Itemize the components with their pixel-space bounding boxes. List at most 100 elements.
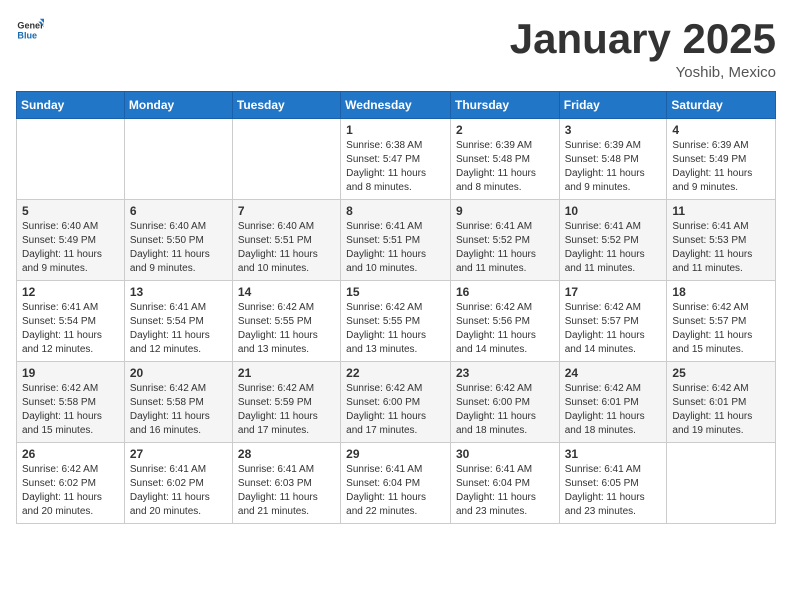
- day-cell: 25 Sunrise: 6:42 AM Sunset: 6:01 PM Dayli…: [667, 362, 776, 443]
- logo-icon: General Blue: [16, 16, 44, 44]
- day-cell: 22 Sunrise: 6:42 AM Sunset: 6:00 PM Dayli…: [341, 362, 451, 443]
- day-info: Sunrise: 6:41 AM Sunset: 6:05 PM Dayligh…: [565, 463, 662, 519]
- week-row-2: 5 Sunrise: 6:40 AM Sunset: 5:49 PM Daylig…: [17, 200, 776, 281]
- day-number: 11: [672, 204, 770, 218]
- day-info: Sunrise: 6:41 AM Sunset: 6:02 PM Dayligh…: [130, 463, 227, 519]
- week-row-3: 12 Sunrise: 6:41 AM Sunset: 5:54 PM Dayli…: [17, 281, 776, 362]
- day-number: 15: [346, 285, 445, 299]
- day-info: Sunrise: 6:39 AM Sunset: 5:49 PM Dayligh…: [672, 139, 770, 195]
- day-number: 18: [672, 285, 770, 299]
- day-info: Sunrise: 6:42 AM Sunset: 6:00 PM Dayligh…: [456, 382, 554, 438]
- week-row-1: 1 Sunrise: 6:38 AM Sunset: 5:47 PM Daylig…: [17, 119, 776, 200]
- day-cell: 9 Sunrise: 6:41 AM Sunset: 5:52 PM Daylig…: [450, 200, 559, 281]
- day-cell: 23Sunrise: 6:42 AM Sunset: 6:00 PM Dayli…: [450, 362, 559, 443]
- day-cell: 27Sunrise: 6:41 AM Sunset: 6:02 PM Dayli…: [124, 443, 232, 524]
- day-number: 14: [238, 285, 335, 299]
- title-block: January 2025 Yoshib, Mexico: [510, 16, 776, 81]
- day-info: Sunrise: 6:42 AM Sunset: 5:55 PM Dayligh…: [238, 301, 335, 357]
- day-cell: 13 Sunrise: 6:41 AM Sunset: 5:54 PM Dayli…: [124, 281, 232, 362]
- day-number: 20: [130, 366, 227, 380]
- day-number: 5: [22, 204, 119, 218]
- week-row-4: 19 Sunrise: 6:42 AM Sunset: 5:58 PM Dayli…: [17, 362, 776, 443]
- day-cell: 21 Sunrise: 6:42 AM Sunset: 5:59 PM Dayli…: [232, 362, 340, 443]
- day-cell: 18 Sunrise: 6:42 AM Sunset: 5:57 PM Dayli…: [667, 281, 776, 362]
- weekday-header-friday: Friday: [559, 92, 667, 119]
- day-cell: 3 Sunrise: 6:39 AM Sunset: 5:48 PM Daylig…: [559, 119, 667, 200]
- day-number: 28: [238, 447, 335, 461]
- day-info: Sunrise: 6:40 AM Sunset: 5:51 PM Dayligh…: [238, 220, 335, 276]
- calendar-subtitle: Yoshib, Mexico: [510, 64, 776, 81]
- day-cell: [232, 119, 340, 200]
- day-info: Sunrise: 6:41 AM Sunset: 6:04 PM Dayligh…: [456, 463, 554, 519]
- day-info: Sunrise: 6:42 AM Sunset: 5:59 PM Dayligh…: [238, 382, 335, 438]
- day-cell: 12 Sunrise: 6:41 AM Sunset: 5:54 PM Dayli…: [17, 281, 125, 362]
- day-info: Sunrise: 6:41 AM Sunset: 5:53 PM Dayligh…: [672, 220, 770, 276]
- day-info: Sunrise: 6:42 AM Sunset: 5:56 PM Dayligh…: [456, 301, 554, 357]
- weekday-header-row: SundayMondayTuesdayWednesdayThursdayFrid…: [17, 92, 776, 119]
- day-cell: 10Sunrise: 6:41 AM Sunset: 5:52 PM Dayli…: [559, 200, 667, 281]
- day-cell: 30 Sunrise: 6:41 AM Sunset: 6:04 PM Dayli…: [450, 443, 559, 524]
- day-number: 29: [346, 447, 445, 461]
- day-info: Sunrise: 6:39 AM Sunset: 5:48 PM Dayligh…: [456, 139, 554, 195]
- day-number: 25: [672, 366, 770, 380]
- day-cell: 8Sunrise: 6:41 AM Sunset: 5:51 PM Daylig…: [341, 200, 451, 281]
- day-cell: 24Sunrise: 6:42 AM Sunset: 6:01 PM Dayli…: [559, 362, 667, 443]
- day-info: Sunrise: 6:42 AM Sunset: 5:55 PM Dayligh…: [346, 301, 445, 357]
- day-number: 19: [22, 366, 119, 380]
- day-info: Sunrise: 6:40 AM Sunset: 5:50 PM Dayligh…: [130, 220, 227, 276]
- day-number: 1: [346, 123, 445, 137]
- page-header: General Blue January 2025 Yoshib, Mexico: [16, 16, 776, 81]
- day-cell: 28Sunrise: 6:41 AM Sunset: 6:03 PM Dayli…: [232, 443, 340, 524]
- day-info: Sunrise: 6:39 AM Sunset: 5:48 PM Dayligh…: [565, 139, 662, 195]
- calendar-title: January 2025: [510, 16, 776, 62]
- day-number: 2: [456, 123, 554, 137]
- day-number: 9: [456, 204, 554, 218]
- day-number: 7: [238, 204, 335, 218]
- day-info: Sunrise: 6:42 AM Sunset: 5:58 PM Dayligh…: [22, 382, 119, 438]
- day-info: Sunrise: 6:42 AM Sunset: 5:57 PM Dayligh…: [672, 301, 770, 357]
- day-info: Sunrise: 6:40 AM Sunset: 5:49 PM Dayligh…: [22, 220, 119, 276]
- day-cell: 19 Sunrise: 6:42 AM Sunset: 5:58 PM Dayli…: [17, 362, 125, 443]
- day-cell: [17, 119, 125, 200]
- day-cell: 20Sunrise: 6:42 AM Sunset: 5:58 PM Dayli…: [124, 362, 232, 443]
- logo: General Blue: [16, 16, 44, 44]
- svg-text:Blue: Blue: [17, 30, 37, 40]
- weekday-header-monday: Monday: [124, 92, 232, 119]
- day-number: 21: [238, 366, 335, 380]
- day-number: 6: [130, 204, 227, 218]
- day-cell: 14 Sunrise: 6:42 AM Sunset: 5:55 PM Dayli…: [232, 281, 340, 362]
- day-number: 3: [565, 123, 662, 137]
- day-info: Sunrise: 6:38 AM Sunset: 5:47 PM Dayligh…: [346, 139, 445, 195]
- day-cell: [667, 443, 776, 524]
- day-number: 12: [22, 285, 119, 299]
- day-cell: 5 Sunrise: 6:40 AM Sunset: 5:49 PM Daylig…: [17, 200, 125, 281]
- day-info: Sunrise: 6:42 AM Sunset: 6:01 PM Dayligh…: [565, 382, 662, 438]
- day-info: Sunrise: 6:41 AM Sunset: 5:52 PM Dayligh…: [456, 220, 554, 276]
- weekday-header-saturday: Saturday: [667, 92, 776, 119]
- day-info: Sunrise: 6:41 AM Sunset: 5:54 PM Dayligh…: [22, 301, 119, 357]
- day-number: 13: [130, 285, 227, 299]
- day-number: 30: [456, 447, 554, 461]
- day-cell: 17 Sunrise: 6:42 AM Sunset: 5:57 PM Dayli…: [559, 281, 667, 362]
- day-cell: 29 Sunrise: 6:41 AM Sunset: 6:04 PM Dayli…: [341, 443, 451, 524]
- day-info: Sunrise: 6:41 AM Sunset: 5:54 PM Dayligh…: [130, 301, 227, 357]
- day-info: Sunrise: 6:41 AM Sunset: 6:04 PM Dayligh…: [346, 463, 445, 519]
- day-number: 8: [346, 204, 445, 218]
- day-number: 16: [456, 285, 554, 299]
- day-number: 4: [672, 123, 770, 137]
- day-cell: 15 Sunrise: 6:42 AM Sunset: 5:55 PM Dayli…: [341, 281, 451, 362]
- day-number: 22: [346, 366, 445, 380]
- weekday-header-thursday: Thursday: [450, 92, 559, 119]
- day-cell: [124, 119, 232, 200]
- day-info: Sunrise: 6:42 AM Sunset: 5:57 PM Dayligh…: [565, 301, 662, 357]
- day-cell: 4 Sunrise: 6:39 AM Sunset: 5:49 PM Daylig…: [667, 119, 776, 200]
- day-info: Sunrise: 6:42 AM Sunset: 6:00 PM Dayligh…: [346, 382, 445, 438]
- day-info: Sunrise: 6:42 AM Sunset: 6:01 PM Dayligh…: [672, 382, 770, 438]
- weekday-header-sunday: Sunday: [17, 92, 125, 119]
- day-cell: 11 Sunrise: 6:41 AM Sunset: 5:53 PM Dayli…: [667, 200, 776, 281]
- week-row-5: 26 Sunrise: 6:42 AM Sunset: 6:02 PM Dayli…: [17, 443, 776, 524]
- day-number: 26: [22, 447, 119, 461]
- day-number: 17: [565, 285, 662, 299]
- day-info: Sunrise: 6:42 AM Sunset: 6:02 PM Dayligh…: [22, 463, 119, 519]
- weekday-header-wednesday: Wednesday: [341, 92, 451, 119]
